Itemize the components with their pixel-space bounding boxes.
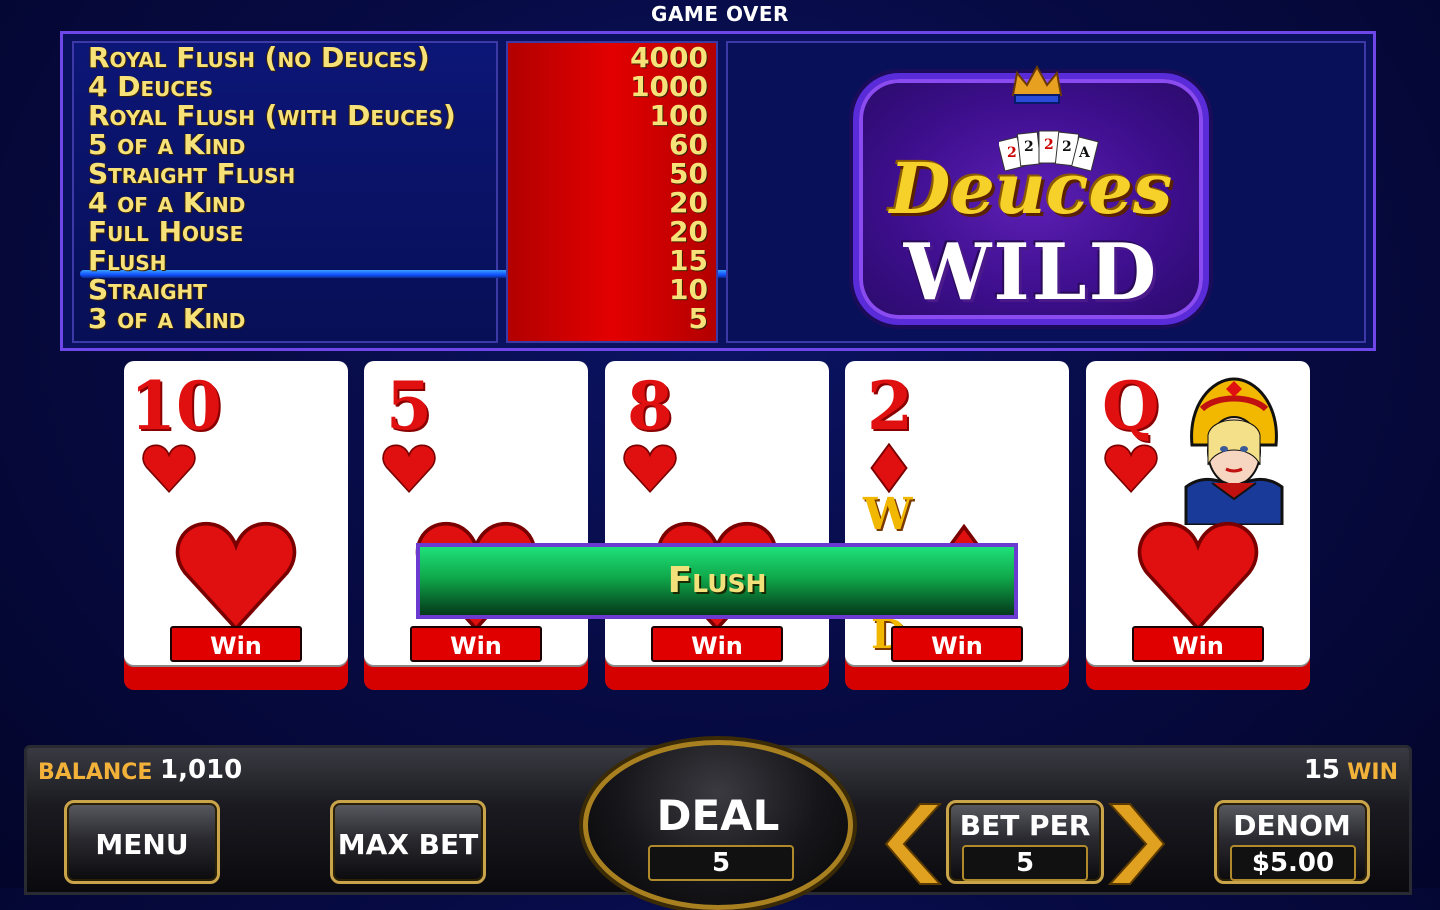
paytable-pays-column: 4000 1000 100 60 50 20 20 15 10 5 (506, 41, 718, 343)
deal-bet-display: 5 (648, 845, 794, 881)
card-rank: 2 (867, 367, 913, 445)
game-logo-panel: 2 2 2 2 A Deuces WILD (726, 41, 1366, 343)
crown-icon (1011, 65, 1063, 104)
balance-label: BALANCE (38, 760, 153, 785)
logo-title-line1: Deuces (889, 147, 1173, 230)
paytable-hand-highlighted: Flush (88, 244, 167, 277)
denom-value: $5.00 (1230, 845, 1356, 881)
bet-per-value: 5 (962, 845, 1088, 881)
denomination-control[interactable]: DENOM $5.00 (1214, 800, 1370, 884)
paytable: Royal Flush (no Deuces) 4 Deuces Royal F… (60, 31, 1376, 351)
paytable-pay: 4000 (630, 41, 708, 74)
win-indicator: Win (1132, 626, 1264, 662)
playing-card[interactable]: Q Win (1086, 361, 1310, 665)
win-value: 15 (1303, 755, 1340, 785)
bet-decrease-arrow-icon[interactable] (884, 800, 942, 888)
win-indicator: Win (410, 626, 542, 662)
heart-icon (1104, 444, 1158, 493)
heart-icon (382, 444, 436, 493)
card-rank: 8 (627, 367, 673, 445)
win-label: WIN (1347, 760, 1398, 785)
menu-button[interactable]: MENU (64, 800, 220, 884)
paytable-hand: 4 Deuces (88, 70, 214, 103)
card-rank: Q (1102, 367, 1160, 445)
paytable-hand: Straight (88, 273, 207, 306)
paytable-pay: 20 (669, 215, 708, 248)
paytable-hand: Full House (88, 215, 244, 248)
paytable-hand: 3 of a Kind (88, 302, 246, 335)
queen-portrait-icon (1184, 377, 1284, 525)
heart-icon (1137, 522, 1259, 631)
paytable-hands-column: Royal Flush (no Deuces) 4 Deuces Royal F… (72, 41, 730, 343)
paytable-pay: 5 (688, 302, 708, 335)
game-logo: 2 2 2 2 A Deuces WILD (853, 65, 1209, 325)
wild-letter: W (863, 489, 913, 540)
paytable-hand: 4 of a Kind (88, 186, 246, 219)
playing-card-wild[interactable]: 2 W D Win (845, 361, 1069, 665)
denom-label: DENOM (1233, 809, 1351, 842)
bet-increase-arrow-icon[interactable] (1108, 800, 1166, 888)
card-rank: 10 (130, 367, 222, 445)
heart-icon (175, 522, 297, 631)
result-banner: Flush (416, 543, 1018, 619)
balance-value: 1,010 (160, 755, 243, 785)
win-indicator: Win (170, 626, 302, 662)
bet-per-control[interactable]: BET PER 5 (946, 800, 1104, 884)
paytable-hand: Straight Flush (88, 157, 296, 190)
paytable-hand: Royal Flush (with Deuces) (88, 99, 456, 132)
win-indicator: Win (651, 626, 783, 662)
playing-card[interactable]: 8 Win (605, 361, 829, 665)
diamond-icon (870, 443, 908, 493)
playing-card[interactable]: 10 Win (124, 361, 348, 665)
paytable-hand: 5 of a Kind (88, 128, 246, 161)
paytable-pay: 1000 (630, 70, 708, 103)
paytable-hand: Royal Flush (no Deuces) (88, 41, 430, 74)
paytable-pay: 100 (649, 99, 708, 132)
logo-title-line2: WILD (903, 227, 1159, 318)
paytable-pay: 20 (669, 186, 708, 219)
game-status: GAME OVER (651, 2, 789, 26)
paytable-pay: 10 (669, 273, 708, 306)
deal-button[interactable]: DEAL 5 (583, 740, 853, 910)
win-indicator: Win (891, 626, 1023, 662)
bet-per-label: BET PER (959, 809, 1091, 842)
heart-icon (142, 444, 196, 493)
max-bet-button[interactable]: MAX BET (330, 800, 486, 884)
paytable-pay-highlighted: 15 (669, 244, 708, 277)
paytable-pay: 50 (669, 157, 708, 190)
deal-label: DEAL (656, 791, 780, 840)
card-rank: 5 (386, 367, 432, 445)
paytable-pay: 60 (669, 128, 708, 161)
playing-card[interactable]: 5 Win (364, 361, 588, 665)
heart-icon (623, 444, 677, 493)
